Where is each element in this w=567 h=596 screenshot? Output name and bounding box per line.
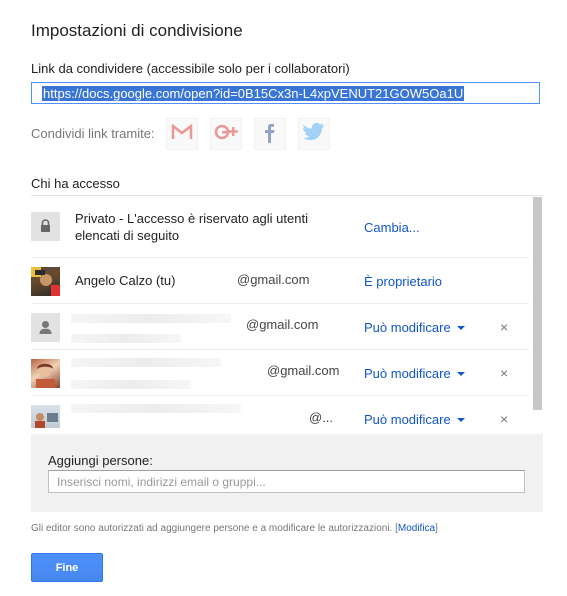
default-user-icon <box>31 313 60 342</box>
google-plus-icon <box>214 122 238 147</box>
gmail-icon <box>171 122 193 145</box>
owner-avatar <box>31 267 60 296</box>
redacted-name <box>71 358 221 367</box>
owner-role: È proprietario <box>364 274 443 289</box>
access-row-visibility: Privato - L'accesso è riservato agli ute… <box>31 196 529 258</box>
footnote-bracket: ] <box>435 523 438 534</box>
collaborator-3-role-label: Può modificare <box>364 412 451 427</box>
facebook-icon <box>262 120 278 149</box>
access-row-collaborator-3: @... Può modificare × <box>31 396 529 428</box>
editor-permissions-text: Gli editor sono autorizzati ad aggiunger… <box>31 523 398 534</box>
access-row-collaborator-2: @gmail.com Può modificare × <box>31 350 529 396</box>
link-label: Link da condividere (accessibile solo pe… <box>31 61 350 76</box>
share-facebook-button[interactable] <box>254 118 286 150</box>
redacted-name <box>71 404 241 413</box>
collaborator-2-remove-button[interactable]: × <box>500 365 508 381</box>
redacted-name <box>71 314 231 323</box>
redacted-detail <box>71 334 181 343</box>
collaborator-1-role-label: Può modificare <box>364 320 451 335</box>
change-visibility-link[interactable]: Cambia... <box>364 220 420 235</box>
collaborator-2-email: @gmail.com <box>267 363 340 378</box>
editor-permissions-note: Gli editor sono autorizzati ad aggiunger… <box>31 523 438 534</box>
collaborator-2-role-label: Può modificare <box>364 366 451 381</box>
share-twitter-button[interactable] <box>298 118 330 150</box>
collaborator-3-avatar <box>31 405 60 428</box>
collaborator-1-role-dropdown[interactable]: Può modificare <box>364 320 465 335</box>
collaborator-3-remove-button[interactable]: × <box>500 411 508 427</box>
owner-name: Angelo Calzo (tu) <box>75 273 176 288</box>
collaborator-3-role-dropdown[interactable]: Può modificare <box>364 412 465 427</box>
share-link-url[interactable]: https://docs.google.com/open?id=0B15Cx3n… <box>42 86 465 101</box>
chevron-down-icon <box>456 326 465 330</box>
who-has-access-label: Chi ha accesso <box>31 176 120 191</box>
visibility-description: Privato - L'accesso è riservato agli ute… <box>75 211 308 243</box>
collaborator-2-avatar <box>31 359 60 388</box>
access-list-scrollbar[interactable] <box>533 197 542 410</box>
collaborator-3-email: @... <box>309 410 334 425</box>
chevron-down-icon <box>456 372 465 376</box>
share-link-field[interactable]: https://docs.google.com/open?id=0B15Cx3n… <box>31 82 540 104</box>
collaborator-2-role-dropdown[interactable]: Può modificare <box>364 366 465 381</box>
share-via-label: Condividi link tramite: <box>31 126 155 141</box>
access-list[interactable]: Privato - L'accesso è riservato agli ute… <box>31 195 543 428</box>
collaborator-1-email: @gmail.com <box>246 317 319 332</box>
lock-icon <box>31 212 60 241</box>
owner-email: @gmail.com <box>237 272 310 287</box>
collaborator-1-remove-button[interactable]: × <box>500 319 508 335</box>
add-people-label: Aggiungi persone: <box>48 453 153 468</box>
access-row-collaborator-1: @gmail.com Può modificare × <box>31 304 529 350</box>
chevron-down-icon <box>456 418 465 422</box>
done-button[interactable]: Fine <box>31 553 103 582</box>
add-people-panel: Aggiungi persone: <box>31 434 543 512</box>
share-gmail-button[interactable] <box>166 118 198 150</box>
twitter-icon <box>302 122 325 146</box>
modify-permissions-link[interactable]: Modifica <box>398 523 435 534</box>
redacted-detail <box>71 380 191 389</box>
share-google-plus-button[interactable] <box>210 118 242 150</box>
add-people-input[interactable] <box>48 470 525 493</box>
access-row-owner: Angelo Calzo (tu) @gmail.com È proprieta… <box>31 258 529 304</box>
dialog-title: Impostazioni di condivisione <box>31 21 243 40</box>
